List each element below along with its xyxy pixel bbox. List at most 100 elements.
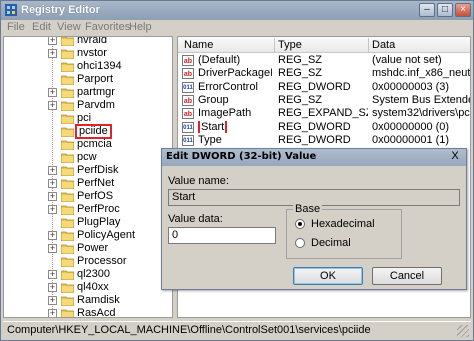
expand-icon[interactable]: + [48,101,57,110]
tree-item-label[interactable]: PerfNet [77,177,114,189]
value-name-cell: Type [198,134,272,146]
expand-icon[interactable]: + [48,192,57,201]
menu-edit[interactable]: Edit [32,21,51,33]
folder-icon [60,126,75,138]
ok-button[interactable]: OK [293,267,363,285]
value-name-cell: Start [198,120,272,133]
tree-item-label[interactable]: ql2300 [77,268,110,280]
tree-item-label[interactable]: nvraid [77,37,107,46]
tree-item-label[interactable]: PerfOS [77,190,113,202]
tree-item-label[interactable]: partmgr [77,86,115,98]
radio-decimal[interactable] [295,238,305,248]
folder-icon [60,87,75,99]
value-row[interactable]: ab Group REG_SZ System Bus Extender [178,93,471,107]
expand-icon[interactable]: + [48,37,57,45]
value-name-cell: DriverPackageId [198,67,272,79]
status-path: Computer\HKEY_LOCAL_MACHINE\Offline\Cont… [7,324,371,336]
column-header-type[interactable]: Type [278,39,302,51]
value-name-text: DriverPackageId [198,67,272,80]
value-row[interactable]: ab DriverPackageId REG_SZ mshdc.inf_x86_neu… [178,67,470,80]
tree-item-label[interactable]: ohci1394 [77,60,122,72]
radio-hexadecimal-label[interactable]: Hexadecimal [311,218,375,230]
value-name-text: ImagePath [198,107,252,120]
tree-item-label[interactable]: Ramdisk [77,294,120,306]
folder-icon [60,256,75,268]
close-button[interactable]: × [455,3,471,17]
value-data-cell: System Bus Extender [372,93,471,106]
folder-icon [60,269,75,281]
value-row[interactable]: 011 Start REG_DWORD 0x00000000 (0) [178,120,470,134]
expand-icon[interactable]: + [48,166,57,175]
menu-file[interactable]: File [7,21,25,33]
tree-item-label[interactable]: Processor [77,255,127,267]
value-row[interactable]: 011 ErrorControl REG_DWORD 0x00000003 (3) [178,81,470,94]
tree-item-label[interactable]: ql40xx [77,281,109,293]
expand-icon[interactable]: + [48,179,57,188]
value-row[interactable]: ab ImagePath REG_EXPAND_SZ system32\drivers… [178,107,470,120]
value-type-cell: REG_DWORD [278,120,351,133]
expand-icon[interactable]: + [48,296,57,305]
registry-key-tree[interactable]: + nvraid + nvstor ohci1394 Parport + partmgr + Pa… [3,36,173,318]
folder-icon [60,295,75,307]
cancel-button[interactable]: Cancel [372,267,442,285]
folder-icon [60,204,75,216]
tree-item-label[interactable]: PerfProc [77,203,120,215]
title-bar[interactable]: Registry Editor – □ × [1,1,473,20]
resize-grip[interactable] [457,325,469,337]
minimize-button[interactable]: – [419,3,435,17]
radio-hexadecimal[interactable] [295,219,305,229]
menu-favorites[interactable]: Favorites [85,21,130,33]
tree-item-label[interactable]: RasAcd [77,307,116,317]
menu-view[interactable]: View [57,21,81,33]
value-name-text: (Default) [198,54,241,66]
column-header-data[interactable]: Data [372,39,395,51]
value-name-cell: ImagePath [198,107,272,119]
base-label: Base [293,203,323,215]
tree-item-label[interactable]: PolicyAgent [77,229,135,241]
expand-icon[interactable]: + [48,309,57,317]
maximize-button[interactable]: □ [437,3,453,17]
column-divider[interactable] [274,38,275,52]
expand-icon[interactable]: + [48,88,57,97]
expand-icon[interactable]: + [48,283,57,292]
maximize-icon: □ [441,4,449,15]
dialog-close-button[interactable]: X [448,151,462,163]
expand-icon[interactable]: + [48,49,57,58]
value-data-label: Value data: [168,213,223,225]
tree-item-label[interactable]: nvstor [77,47,107,59]
column-divider[interactable] [368,38,369,52]
folder-icon [60,191,75,203]
value-name-cell: (Default) [198,54,272,66]
expand-icon[interactable]: + [48,270,57,279]
value-row[interactable]: ab (Default) REG_SZ (value not set) [178,54,470,67]
expand-icon[interactable]: + [48,244,57,253]
tree-item-label[interactable]: Parvdm [77,99,115,111]
value-name-text: Type [198,133,222,146]
list-header: Name Type Data [178,37,470,53]
expand-icon[interactable]: + [48,205,57,214]
folder-icon [60,165,75,177]
tree-item-label[interactable]: Power [77,242,108,254]
radio-decimal-label[interactable]: Decimal [311,237,351,249]
value-type-cell: REG_SZ [278,67,323,80]
value-data-input[interactable]: 0 [168,227,276,244]
column-header-name[interactable]: Name [184,39,213,51]
value-type-cell: REG_SZ [278,93,323,106]
dialog-title-bar[interactable]: Edit DWORD (32-bit) Value X [162,149,466,166]
tree-item-label[interactable]: pcmcia [77,138,112,150]
expand-icon[interactable]: + [48,231,57,240]
folder-icon [60,308,75,317]
tree-item[interactable]: + RasAcd [4,306,172,317]
tree-item-label[interactable]: Parport [77,73,113,85]
string-value-icon: ab [182,94,194,106]
tree-item-label[interactable]: PlugPlay [77,216,120,228]
menu-help[interactable]: Help [129,21,152,33]
binary-value-icon: 011 [182,121,194,133]
minimize-icon: – [424,4,430,15]
value-data-cell: 0x00000000 (0) [372,120,450,133]
folder-icon [60,74,75,86]
value-row[interactable]: 011 Type REG_DWORD 0x00000001 (1) [178,134,470,147]
tree-item-label[interactable]: pci [77,112,91,124]
tree-item-label[interactable]: pcw [77,151,97,163]
tree-item-label[interactable]: PerfDisk [77,164,119,176]
